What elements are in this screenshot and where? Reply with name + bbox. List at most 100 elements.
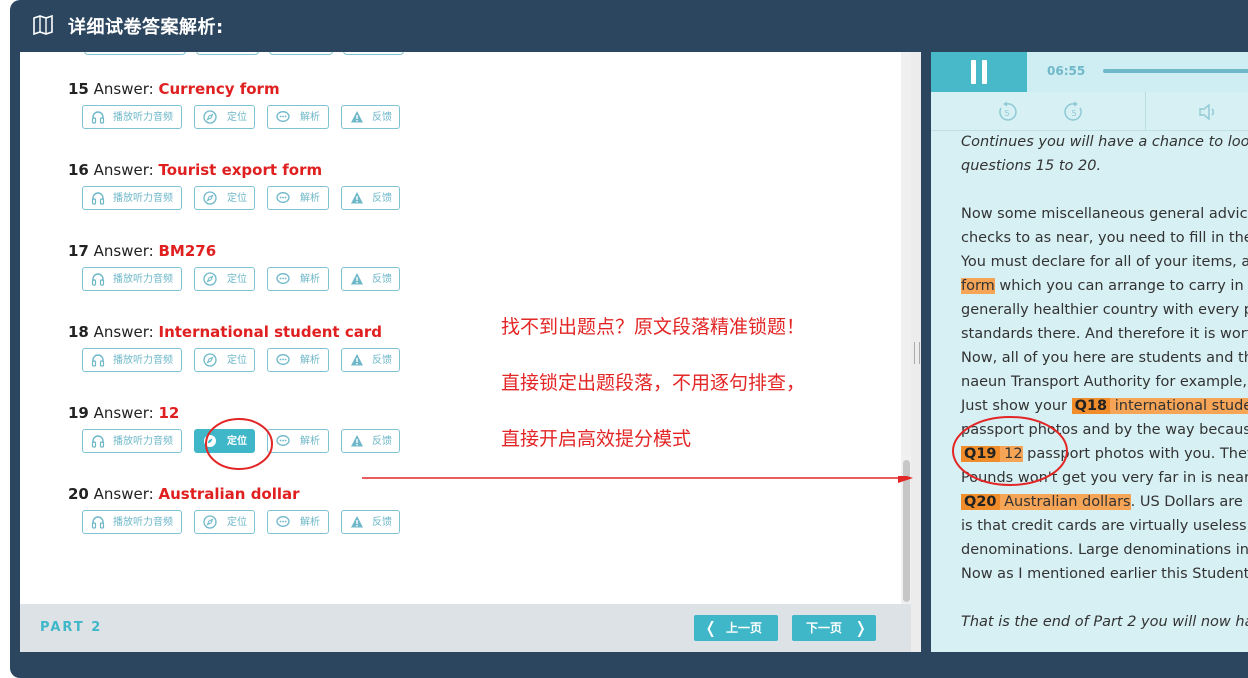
- feedback-button[interactable]: 反馈: [341, 267, 400, 291]
- playback-time: 06:55: [1047, 64, 1086, 78]
- answer-number: 20: [68, 485, 89, 503]
- prev-page-button[interactable]: ❬ 上一页: [694, 615, 778, 641]
- headphones-icon: [91, 435, 105, 448]
- explain-button[interactable]: 解析: [267, 510, 329, 534]
- answer-item: 19 Answer: 12 播放听力音频 定位 解析 反馈: [68, 403, 400, 457]
- transcript-line: questions 15 to 20.: [961, 158, 1102, 174]
- feedback-button[interactable]: 反馈: [341, 348, 400, 372]
- explain-button[interactable]: 解析: [267, 429, 329, 453]
- compass-icon: [203, 110, 217, 124]
- highlight: form: [961, 278, 995, 294]
- transcript-line: Q20 Australian dollars. US Dollars are: [961, 490, 1248, 514]
- transcript-line: Continues you will have a chance to look: [961, 134, 1248, 150]
- button-label: 反馈: [372, 112, 392, 123]
- rewind-5-icon[interactable]: 5: [996, 101, 1018, 123]
- question-tag-q18: Q18: [1071, 398, 1111, 414]
- pane-divider[interactable]: [911, 52, 921, 652]
- button-label: 上一页: [726, 621, 763, 635]
- button-label: 定位: [227, 355, 247, 366]
- answer-label: Answer:: [93, 161, 154, 179]
- answer-number: 17: [68, 242, 89, 260]
- chevron-left-icon: ❬: [704, 618, 718, 637]
- transcript-line: naeun Transport Authority for example,: [961, 374, 1247, 390]
- forward-5-icon[interactable]: 5: [1063, 101, 1085, 123]
- highlight-circle: [205, 418, 273, 470]
- annotation-text: 找不到出题点？原文段落精准锁题！: [501, 316, 806, 338]
- compass-icon: [203, 515, 217, 529]
- transcript-line: denominations. Large denominations inc: [961, 542, 1248, 558]
- locate-button[interactable]: 定位: [194, 186, 255, 210]
- feedback-button[interactable]: 反馈: [341, 429, 400, 453]
- play-audio-button[interactable]: 播放听力音频: [82, 348, 182, 372]
- next-page-button[interactable]: 下一页 ❭: [792, 615, 876, 641]
- transcript-line: is that credit cards are virtually usele…: [961, 518, 1248, 534]
- button-label: 解析: [300, 517, 320, 528]
- button-label: 反馈: [372, 193, 392, 204]
- clipped-button: [343, 52, 404, 55]
- footer-bar: PART 2 ❬ 上一页 下一页 ❭: [20, 604, 911, 652]
- button-label: 解析: [300, 274, 320, 285]
- transcript-line: form which you can arrange to carry in a: [961, 278, 1248, 294]
- progress-bar[interactable]: [1103, 69, 1248, 73]
- clipped-button: [196, 52, 259, 55]
- answer-value: BM276: [158, 242, 217, 260]
- transcript-line: Now, all of you here are students and th: [961, 350, 1248, 366]
- transcript-line: You must declare for all of your items, …: [961, 254, 1248, 270]
- locate-button[interactable]: 定位: [194, 105, 255, 129]
- explain-button[interactable]: 解析: [267, 348, 329, 372]
- answer-value: Tourist export form: [158, 161, 323, 179]
- headphones-icon: [91, 111, 105, 124]
- play-audio-button[interactable]: 播放听力音频: [82, 429, 182, 453]
- clipped-button: [269, 52, 333, 55]
- button-label: 播放听力音频: [113, 517, 173, 528]
- volume-icon[interactable]: [1197, 101, 1219, 123]
- button-label: 下一页: [806, 621, 843, 635]
- explain-button[interactable]: 解析: [267, 186, 329, 210]
- button-label: 播放听力音频: [113, 355, 173, 366]
- feedback-button[interactable]: 反馈: [341, 186, 400, 210]
- forward-5-label: 5: [1071, 109, 1076, 118]
- answer-item: 20 Answer: Australian dollar 播放听力音频 定位 解…: [68, 484, 400, 538]
- locate-button[interactable]: 定位: [194, 348, 255, 372]
- transcript-line: Now some miscellaneous general advice: [961, 206, 1248, 222]
- locate-button[interactable]: 定位: [194, 267, 255, 291]
- locate-button[interactable]: 定位: [194, 510, 255, 534]
- answer-label: Answer:: [93, 323, 154, 341]
- chat-bubble-icon: [276, 435, 290, 446]
- pause-icon: [982, 60, 987, 84]
- highlight: international stude: [1110, 398, 1248, 414]
- feedback-button[interactable]: 反馈: [341, 510, 400, 534]
- play-audio-button[interactable]: 播放听力音频: [82, 186, 182, 210]
- rewind-5-label: 5: [1004, 109, 1009, 118]
- button-label: 播放听力音频: [113, 193, 173, 204]
- chat-bubble-icon: [276, 354, 290, 365]
- warning-icon: [351, 192, 363, 204]
- feedback-button[interactable]: 反馈: [341, 105, 400, 129]
- player-controls: 5 5: [931, 92, 1248, 131]
- button-label: 解析: [300, 193, 320, 204]
- answer-value: 12: [158, 404, 180, 422]
- button-label: 播放听力音频: [113, 436, 173, 447]
- answer-number: 16: [68, 161, 89, 179]
- explain-button[interactable]: 解析: [267, 267, 329, 291]
- button-label: 播放听力音频: [113, 112, 173, 123]
- compass-icon: [203, 191, 217, 205]
- answer-value: Currency form: [158, 80, 280, 98]
- explain-button[interactable]: 解析: [267, 105, 329, 129]
- pause-icon: [971, 60, 976, 84]
- button-label: 解析: [300, 355, 320, 366]
- play-audio-button[interactable]: 播放听力音频: [82, 510, 182, 534]
- play-audio-button[interactable]: 播放听力音频: [82, 267, 182, 291]
- play-audio-button[interactable]: 播放听力音频: [82, 105, 182, 129]
- answer-number: 18: [68, 323, 89, 341]
- pause-button[interactable]: [931, 52, 1027, 92]
- audio-player: 06:55: [931, 52, 1248, 92]
- highlight: Australian dollars: [999, 494, 1131, 510]
- headphones-icon: [91, 354, 105, 367]
- answer-label: Answer:: [93, 404, 154, 422]
- drag-handle-icon[interactable]: [914, 342, 920, 364]
- button-label: 定位: [227, 274, 247, 285]
- answer-value: Australian dollar: [158, 485, 300, 503]
- answer-label: Answer:: [93, 485, 154, 503]
- controls-separator: [1145, 92, 1146, 130]
